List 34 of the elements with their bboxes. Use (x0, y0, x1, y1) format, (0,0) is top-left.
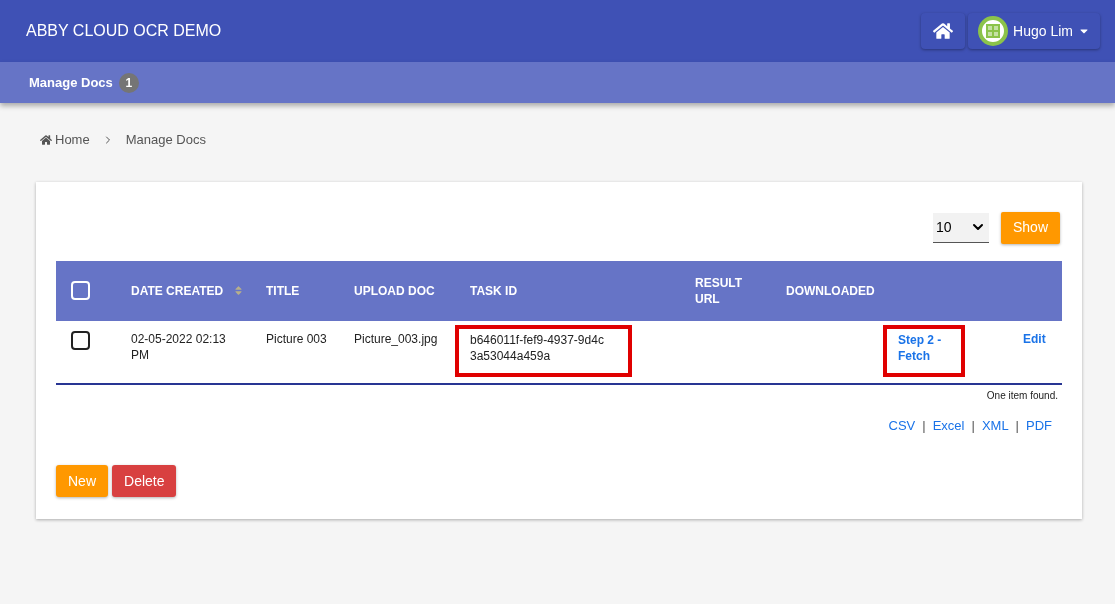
column-header: UPLOAD DOC (354, 282, 435, 299)
column-header[interactable]: DATE CREATED (131, 282, 224, 299)
export-link[interactable]: Excel (932, 415, 965, 435)
table-cell-text: Picture_003.jpg (354, 330, 439, 347)
delete-button[interactable]: Delete (112, 465, 177, 497)
count-badge: 1 (118, 72, 139, 93)
task-id-cell: b646011f-fef9-4937-9d4c 3a53044a459a (455, 324, 632, 377)
column-header: TITLE (266, 282, 300, 299)
home-icon (40, 133, 52, 146)
home-icon (933, 21, 954, 41)
page-size-select[interactable]: 10 (932, 212, 989, 243)
home-button[interactable] (921, 13, 966, 49)
avatar (978, 16, 1009, 46)
export-link[interactable]: PDF (1026, 415, 1052, 435)
column-header: TASK ID (470, 282, 518, 299)
column-header: RESULT URL (695, 274, 744, 307)
fetch-link[interactable]: Step 2 - Fetch (883, 324, 965, 377)
edit-link[interactable]: Edit (1023, 330, 1060, 347)
user-menu[interactable]: Hugo Lim (968, 13, 1100, 49)
breadcrumb-current: Manage Docs (125, 131, 206, 149)
export-link[interactable]: CSV (888, 415, 916, 435)
column-header: DOWNLOADED (786, 282, 875, 299)
table-cell-text: 02-05-2022 02:13 PM (131, 330, 227, 363)
app-title: ABBY CLOUD OCR DEMO (26, 21, 222, 41)
result-summary: One item found. (986, 388, 1058, 403)
row-checkbox[interactable] (71, 330, 90, 350)
separator: | (1015, 416, 1019, 435)
export-link[interactable]: XML (981, 415, 1009, 435)
table-cell-text: Picture 003 (266, 330, 328, 347)
select-all-checkbox[interactable] (71, 281, 90, 300)
separator: | (971, 416, 975, 435)
separator: | (922, 416, 926, 435)
breadcrumb-link[interactable]: Home (55, 130, 90, 150)
nav-item[interactable]: Manage Docs (29, 72, 113, 93)
